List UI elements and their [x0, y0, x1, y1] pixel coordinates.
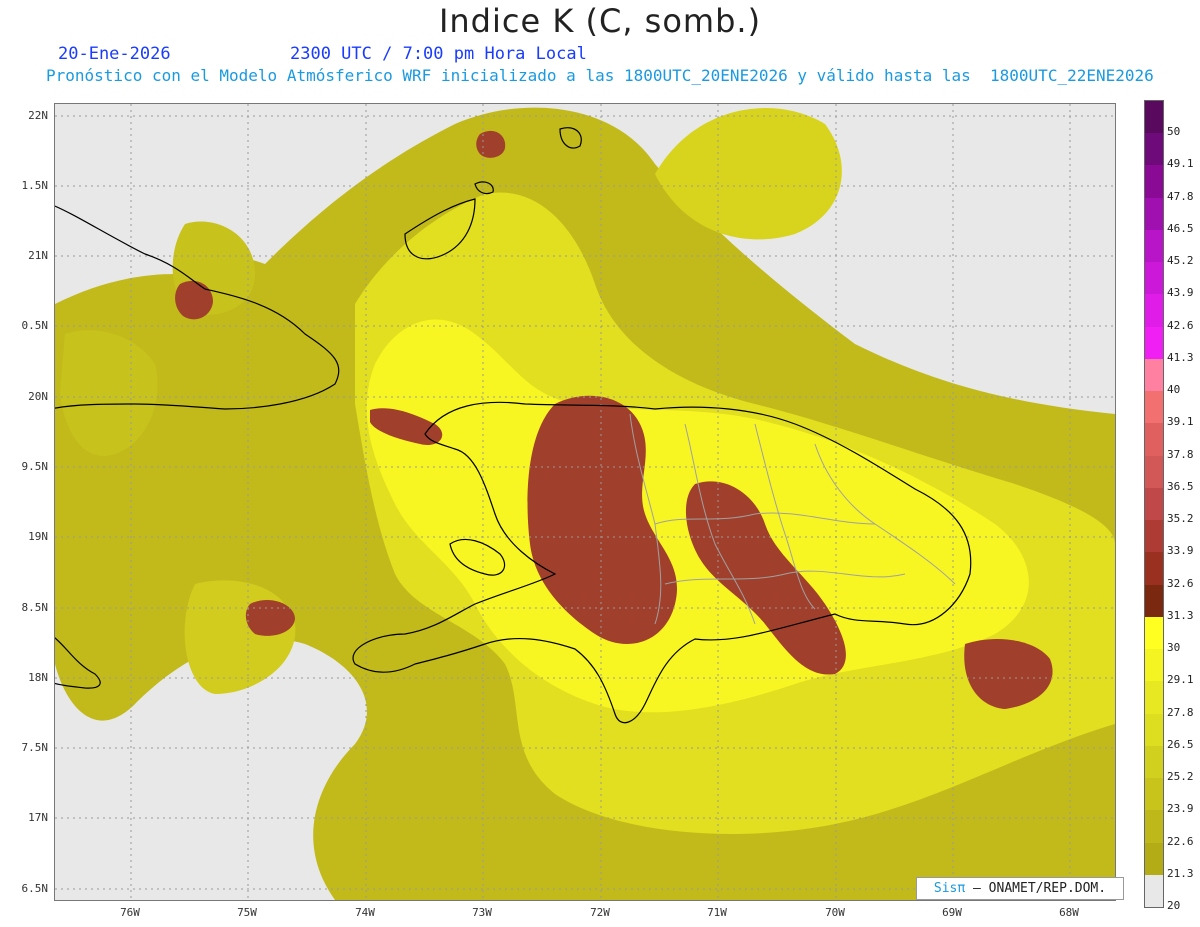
credit-brand: Sisπ — [933, 881, 966, 896]
color-scale-swatch — [1145, 874, 1163, 908]
lon-label: 74W — [355, 906, 375, 919]
color-scale-label: 23.9 — [1167, 802, 1194, 816]
model-info-line: Pronóstico con el Modelo Atmósferico WRF… — [46, 66, 1154, 85]
map-title: Indice K (C, somb.) — [438, 2, 762, 40]
color-scale-swatch — [1145, 681, 1163, 715]
color-scale-label: 45.2 — [1167, 254, 1194, 268]
color-scale-label: 36.5 — [1167, 479, 1194, 493]
color-scale-label: 49.1 — [1167, 157, 1194, 171]
color-scale-label: 31.3 — [1167, 608, 1194, 622]
credit-org: – ONAMET/REP.DOM. — [973, 881, 1107, 896]
color-scale-swatch — [1145, 262, 1163, 295]
color-scale-swatch — [1145, 423, 1163, 457]
color-scale-swatch — [1145, 326, 1163, 360]
lat-label: 20N — [28, 390, 48, 403]
lon-label: 76W — [120, 906, 140, 919]
lat-label: 22N — [28, 109, 48, 122]
lon-label: 73W — [472, 906, 492, 919]
lon-label: 69W — [942, 906, 962, 919]
lat-label: 0.5N — [21, 319, 49, 332]
lon-label: 72W — [590, 906, 610, 919]
lat-label: 18N — [28, 671, 48, 684]
color-scale-label: 20 — [1167, 899, 1181, 912]
color-scale-label: 42.6 — [1167, 318, 1194, 332]
lon-label: 75W — [237, 906, 257, 919]
color-scale-label: 37.8 — [1167, 447, 1194, 461]
color-scale-label: 41.3 — [1167, 350, 1194, 364]
color-scale-swatch — [1145, 745, 1163, 779]
color-scale-swatch — [1145, 616, 1163, 650]
lat-label: 21N — [28, 249, 48, 262]
lon-label: 70W — [825, 906, 845, 919]
color-scale-label: 46.5 — [1167, 221, 1194, 235]
color-scale-bar — [1144, 100, 1164, 908]
color-scale-swatch — [1145, 487, 1163, 521]
color-scale-label: 27.8 — [1167, 705, 1194, 719]
color-scale-swatch — [1145, 810, 1163, 843]
color-scale-label: 25.2 — [1167, 770, 1194, 784]
color-scale-swatch — [1145, 520, 1163, 553]
lon-label: 68W — [1059, 906, 1079, 919]
color-scale-swatch — [1145, 133, 1163, 166]
lat-label: 17N — [28, 811, 48, 824]
lat-label: 7.5N — [21, 741, 49, 754]
color-scale-label: 30 — [1167, 641, 1181, 655]
color-scale-swatch — [1145, 584, 1163, 618]
map-canvas — [55, 104, 1115, 900]
color-scale-label: 21.3 — [1167, 866, 1194, 880]
color-scale-swatch — [1145, 101, 1163, 134]
color-scale-label: 29.1 — [1167, 673, 1194, 687]
color-scale-label: 47.8 — [1167, 189, 1194, 203]
color-scale-swatch — [1145, 455, 1163, 489]
lat-label: 19N — [28, 530, 48, 543]
lat-label: 6.5N — [21, 882, 49, 895]
lat-label: 1.5N — [21, 179, 49, 192]
lat-label: 9.5N — [21, 460, 49, 473]
color-scale-label: 50 — [1167, 125, 1181, 139]
color-scale-label: 26.5 — [1167, 737, 1194, 751]
color-scale-swatch — [1145, 165, 1163, 199]
color-scale-swatch — [1145, 391, 1163, 424]
color-scale-label: 33.9 — [1167, 544, 1194, 558]
k-index-max-north — [476, 130, 506, 158]
color-scale-label: 22.6 — [1167, 834, 1194, 848]
lat-label: 8.5N — [21, 601, 49, 614]
forecast-date: 20-Ene-2026 — [58, 44, 171, 64]
color-scale-label: 32.6 — [1167, 576, 1194, 590]
color-scale-label: 39.1 — [1167, 415, 1194, 429]
color-scale-swatch — [1145, 842, 1163, 876]
color-scale-label: 40 — [1167, 383, 1181, 397]
color-scale-swatch — [1145, 713, 1163, 747]
forecast-time: 2300 UTC / 7:00 pm Hora Local — [290, 44, 587, 64]
color-scale-label: 43.9 — [1167, 286, 1194, 300]
color-scale-swatch — [1145, 552, 1163, 586]
credit-box: Sisπ – ONAMET/REP.DOM. — [916, 877, 1124, 900]
color-scale-swatch — [1145, 197, 1163, 231]
lon-label: 71W — [707, 906, 727, 919]
color-scale-label: 35.2 — [1167, 512, 1194, 526]
color-scale-swatch — [1145, 229, 1163, 263]
color-scale-swatch — [1145, 649, 1163, 682]
color-scale-swatch — [1145, 778, 1163, 811]
color-scale-swatch — [1145, 294, 1163, 328]
forecast-map — [54, 103, 1116, 901]
color-scale-swatch — [1145, 358, 1163, 392]
